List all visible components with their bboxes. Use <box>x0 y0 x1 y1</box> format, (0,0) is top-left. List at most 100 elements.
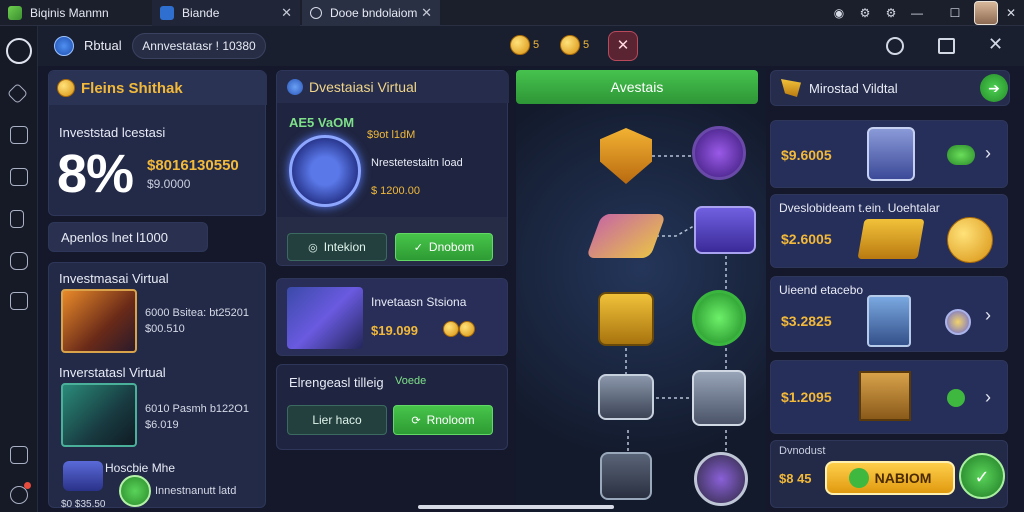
maximize-icon[interactable]: ☐ <box>946 4 964 22</box>
amount-main: $8016130550 <box>147 157 239 174</box>
footer-value: $8 45 <box>779 471 812 486</box>
footer-panel: Dvnodust $8 45 NABIOM ✓ <box>770 440 1008 508</box>
station-title: Invetaasn Stsiona <box>371 295 467 309</box>
chevron-right-icon[interactable]: › <box>985 305 991 326</box>
item-value: $9.6005 <box>781 147 832 163</box>
right-item[interactable]: Uieend etacebo $3.2825 › <box>770 276 1008 352</box>
item-value: $2.6005 <box>781 231 832 247</box>
bottom-title: Hoscbie Mhe <box>105 461 176 475</box>
title-pill[interactable]: Annvestatasr ! 10380 <box>132 33 266 59</box>
right-item[interactable]: $9.6005 › <box>770 120 1008 188</box>
bag-icon[interactable] <box>10 126 28 144</box>
dnobom-button[interactable]: ✓ Dnobom <box>395 233 493 261</box>
chart-icon[interactable] <box>10 292 28 310</box>
chip-icon[interactable] <box>692 126 746 180</box>
invest-label: Investstad lcestasi <box>59 125 166 140</box>
home-icon[interactable] <box>10 252 28 270</box>
gear-icon[interactable] <box>289 135 361 207</box>
rnoloom-button[interactable]: ⟳ Rnoloom <box>393 405 493 435</box>
close-button[interactable]: ✕ <box>608 31 638 61</box>
minimize-icon[interactable]: — <box>908 4 926 22</box>
app-icon <box>8 6 22 20</box>
clock-icon <box>310 7 322 19</box>
apendes-label: Apenlos lnet l1000 <box>61 229 168 245</box>
shield-card-icon <box>867 127 915 181</box>
character-thumbnail[interactable] <box>61 383 137 447</box>
item-value: $3.2825 <box>781 313 832 329</box>
ring-icon: ◎ <box>308 241 318 254</box>
confirm-button[interactable]: ✓ <box>959 453 1005 499</box>
close-window-icon[interactable]: ✕ <box>1002 4 1020 22</box>
item-label: Dveslobideam t.ein. Uoehtalar <box>779 201 940 215</box>
tag-label: AE5 VaOM <box>289 115 355 130</box>
token-icon <box>945 309 971 335</box>
right-item[interactable]: $1.2095 › <box>770 360 1008 434</box>
invest-header: Dvestaiasi Virtual <box>277 71 509 103</box>
card-title: Investmasai Virtual <box>59 271 169 286</box>
safe-icon[interactable] <box>600 452 652 500</box>
record-icon[interactable]: ◉ <box>830 4 848 22</box>
forward-button[interactable]: ➔ <box>980 74 1008 102</box>
tab-label: Biande <box>182 6 220 20</box>
document-icon[interactable] <box>10 168 28 186</box>
notification-dot <box>24 482 31 489</box>
search-icon[interactable] <box>886 37 904 55</box>
check-icon: ✓ <box>413 241 423 254</box>
header-bar: Rbtual Annvestatasr ! 10380 5 5 ✕ ✕ <box>38 26 1024 66</box>
scroll-indicator[interactable] <box>418 505 614 509</box>
invest-panel: Dvestaiasi Virtual AE5 VaOM $9ot l1dM Nr… <box>276 70 509 266</box>
computer-icon[interactable] <box>598 374 654 420</box>
tab-dooe[interactable]: Dooe bndolaiom ✕ <box>302 0 440 26</box>
phone-icon[interactable] <box>10 210 24 228</box>
dollar-icon[interactable] <box>119 475 151 507</box>
stats-panel: Fleins Shithak Investstad lcestasi 8% $8… <box>48 70 267 216</box>
buy-button[interactable]: NABIOM <box>825 461 955 495</box>
gear-icon[interactable]: ⚙ <box>882 4 900 22</box>
window-title-bar: Biqinis Manmn Biande ✕ Dooe bndolaiom ✕ … <box>0 0 1024 26</box>
close-icon[interactable]: ✕ <box>988 34 1003 55</box>
globe-icon <box>287 79 303 95</box>
side-label: $9ot l1dM <box>367 129 416 141</box>
intekion-button[interactable]: ◎ Intekion <box>287 233 387 261</box>
settings-icon[interactable]: ⚙ <box>856 4 874 22</box>
item-value: $1.2095 <box>781 389 832 405</box>
box-icon[interactable] <box>10 446 28 464</box>
tab-label: Biqinis Manmn <box>30 6 109 20</box>
copy-icon[interactable] <box>938 38 955 54</box>
mode-label: Rbtual <box>84 38 122 53</box>
tab-app[interactable]: Biqinis Manmn <box>0 0 150 26</box>
close-tab-icon[interactable]: ✕ <box>421 5 432 21</box>
coin-counter-b: 5 <box>560 35 589 55</box>
menu-icon[interactable] <box>6 38 32 64</box>
section-title: Elrengeasl tilleig <box>289 375 384 390</box>
item-title: Nrestetestaitn load <box>371 157 463 169</box>
apendes-pill[interactable]: Apenlos lnet l1000 <box>48 222 208 252</box>
tab-biande[interactable]: Biande ✕ <box>152 0 300 26</box>
station-card[interactable]: Invetaasn Stsiona $19.099 <box>276 278 508 356</box>
bottom-value: $0 $35.50 <box>61 499 106 510</box>
close-tab-icon[interactable]: ✕ <box>281 5 292 21</box>
virtual-list-panel: Investmasai Virtual 6000 Bsitea: bt25201… <box>48 262 266 510</box>
right-item[interactable]: Dveslobideam t.ein. Uoehtalar $2.6005 <box>770 194 1008 268</box>
card-line: 6010 Pasmh b122O1 <box>145 403 249 415</box>
chevron-right-icon[interactable]: › <box>985 143 991 164</box>
lier-button[interactable]: Lier haco <box>287 405 387 435</box>
dollar-coin-icon[interactable] <box>692 290 746 346</box>
box-icon <box>859 371 911 421</box>
card-line: $6.019 <box>145 419 179 431</box>
character-thumbnail[interactable] <box>61 289 137 353</box>
coin-icon <box>560 35 580 55</box>
toggle-icon[interactable] <box>947 145 975 165</box>
item-label: Uieend etacebo <box>779 283 864 297</box>
chevron-right-icon[interactable]: › <box>985 387 991 408</box>
item-value: $ 1200.00 <box>371 185 420 197</box>
avatar[interactable] <box>974 1 998 25</box>
chest-icon[interactable] <box>598 292 654 346</box>
server-icon[interactable] <box>694 206 756 254</box>
invest-title: Dvestaiasi Virtual <box>309 79 417 95</box>
vault-icon[interactable] <box>694 452 748 506</box>
card-line: 6000 Bsitea: bt25201 <box>145 307 249 319</box>
diamond-icon[interactable] <box>6 82 29 105</box>
machine-icon[interactable] <box>692 370 746 426</box>
coin-icon <box>443 321 459 337</box>
